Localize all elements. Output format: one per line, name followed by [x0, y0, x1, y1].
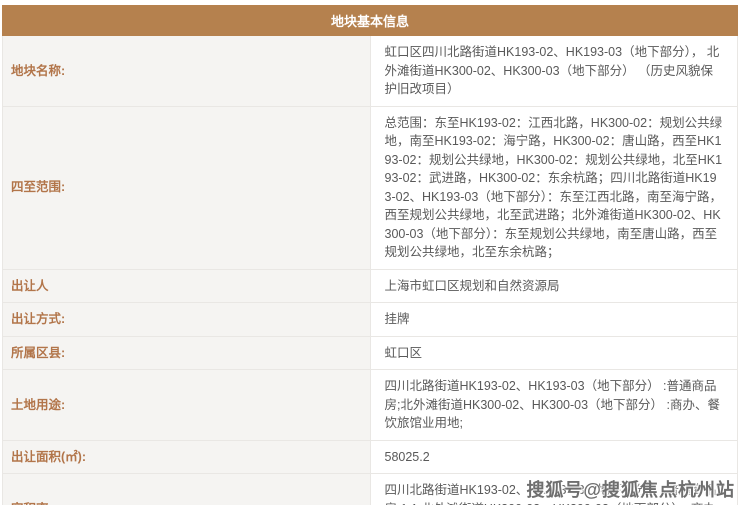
row-label: 出让人: [3, 269, 371, 303]
table-body: 地块名称:虹口区四川北路街道HK193-02、HK193-03（地下部分）， 北…: [3, 36, 738, 505]
table-row: 出让方式:挂牌: [3, 303, 738, 337]
row-value: 四川北路街道HK193-02、HK193-03（地下部分） :普通商品房;北外滩…: [370, 370, 738, 441]
table-row: 地块名称:虹口区四川北路街道HK193-02、HK193-03（地下部分）， 北…: [3, 36, 738, 107]
row-value: 虹口区四川北路街道HK193-02、HK193-03（地下部分）， 北外滩街道H…: [370, 36, 738, 107]
row-label: 地块名称:: [3, 36, 371, 107]
row-value: 总范围：东至HK193-02：江西北路，HK300-02：规划公共绿地，南至HK…: [370, 106, 738, 269]
row-value: 挂牌: [370, 303, 738, 337]
table-row: 四至范围:总范围：东至HK193-02：江西北路，HK300-02：规划公共绿地…: [3, 106, 738, 269]
row-value: 虹口区: [370, 336, 738, 370]
watermark: 搜狐号@搜狐焦点杭州站: [526, 476, 735, 502]
table-row: 出让人上海市虹口区规划和自然资源局: [3, 269, 738, 303]
row-value: 58025.2: [370, 440, 738, 474]
row-label: 容积率:: [3, 474, 371, 505]
page: 地块基本信息 地块名称:虹口区四川北路街道HK193-02、HK193-03（地…: [0, 0, 740, 505]
row-label: 土地用途:: [3, 370, 371, 441]
table-title: 地块基本信息: [3, 6, 738, 36]
table-header-row: 地块基本信息: [3, 6, 738, 36]
table-row: 出让面积(㎡):58025.2: [3, 440, 738, 474]
row-label: 所属区县:: [3, 336, 371, 370]
row-label: 四至范围:: [3, 106, 371, 269]
row-value: 上海市虹口区规划和自然资源局: [370, 269, 738, 303]
table-row: 土地用途:四川北路街道HK193-02、HK193-03（地下部分） :普通商品…: [3, 370, 738, 441]
plot-info-table: 地块基本信息 地块名称:虹口区四川北路街道HK193-02、HK193-03（地…: [2, 5, 738, 505]
row-label: 出让方式:: [3, 303, 371, 337]
row-label: 出让面积(㎡):: [3, 440, 371, 474]
table-row: 所属区县:虹口区: [3, 336, 738, 370]
